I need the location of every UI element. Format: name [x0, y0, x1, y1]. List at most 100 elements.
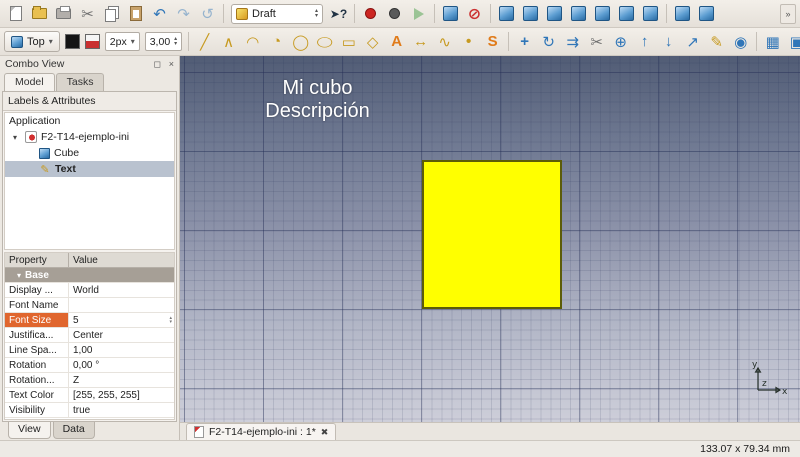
face-color-swatch[interactable] [85, 34, 100, 49]
property-row-display[interactable]: Display ... World [5, 283, 174, 298]
tab-data[interactable]: Data [53, 422, 95, 439]
spinner-icon[interactable]: ▴▾ [169, 316, 172, 325]
working-plane-button[interactable]: Top ▾ [4, 31, 60, 52]
property-value[interactable]: 5 ▴▾ [69, 313, 174, 327]
property-value[interactable]: Center [69, 328, 174, 342]
draft-subelement-button[interactable]: ◉ [729, 30, 752, 53]
property-value[interactable]: Z [69, 373, 174, 387]
cut-button[interactable]: ✂ [76, 2, 99, 25]
combo-view-title: Combo View [5, 58, 64, 70]
macro-record-button[interactable] [359, 2, 382, 25]
refresh-button[interactable]: ↺ [196, 2, 219, 25]
draft-upgrade-button[interactable]: ↑ [633, 30, 656, 53]
macro-stop-button[interactable] [383, 2, 406, 25]
close-tab-icon[interactable]: ✖ [321, 427, 329, 438]
property-column-header[interactable]: Property [5, 253, 69, 267]
view-rear-button[interactable] [591, 2, 614, 25]
property-value[interactable]: 1,00 [69, 343, 174, 357]
property-row-line-spacing[interactable]: Line Spa... 1,00 [5, 343, 174, 358]
property-name: Justifica... [5, 328, 69, 342]
toolbar-overflow-button[interactable]: » [780, 4, 796, 24]
paste-button[interactable] [124, 2, 147, 25]
property-value[interactable]: true [69, 403, 174, 417]
line-width-select[interactable]: 2px ▾ [105, 32, 140, 51]
property-value[interactable]: 0,00 ° [69, 358, 174, 372]
view-left-icon [643, 6, 658, 21]
property-group-base[interactable]: ▾ Base [5, 268, 174, 283]
property-value[interactable] [69, 298, 174, 312]
property-value[interactable]: World [69, 283, 174, 297]
draft-edit-button[interactable]: ✎ [705, 30, 728, 53]
redo-button[interactable]: ↷ [172, 2, 195, 25]
whats-this-button[interactable]: ➤? [327, 2, 350, 25]
draft-dimension-button[interactable]: ↔ [409, 30, 432, 53]
draft-line-button[interactable]: ╱ [193, 30, 216, 53]
cube-top-face[interactable] [422, 160, 562, 309]
draft-downgrade-button[interactable]: ↓ [657, 30, 680, 53]
document-tab[interactable]: F2-T14-ejemplo-ini : 1* ✖ [186, 423, 336, 440]
value-column-header[interactable]: Value [69, 253, 174, 267]
draft-polyline-button[interactable]: ∧ [217, 30, 240, 53]
draft-array-button[interactable]: ▦ [761, 30, 784, 53]
draft-text-button[interactable]: A [385, 30, 408, 53]
draft-ellipse-button[interactable]: ◯ [313, 34, 336, 50]
draft-move-button[interactable]: + [513, 30, 536, 53]
property-row-text-color[interactable]: Text Color [255, 255, 255] [5, 388, 174, 403]
draft-polygon-button[interactable]: ◇ [361, 30, 384, 53]
toolbar-separator [354, 4, 355, 23]
view-left-button[interactable] [639, 2, 662, 25]
status-bar: 133.07 x 79.34 mm [0, 440, 800, 457]
view-isometric-button[interactable] [495, 2, 518, 25]
draft-offset-button[interactable]: ⇉ [561, 30, 584, 53]
property-row-font-size[interactable]: Font Size 5 ▴▾ [5, 313, 174, 328]
property-value[interactable]: [255, 255, 255] [69, 388, 174, 402]
draft-fillet-button[interactable]: ◠ [241, 30, 264, 53]
property-row-visibility[interactable]: Visibility true [5, 403, 174, 418]
property-row-justification[interactable]: Justifica... Center [5, 328, 174, 343]
tree-expander-icon[interactable]: ▾ [13, 133, 21, 142]
draft-clone-button[interactable]: ▣ [785, 30, 800, 53]
labels-attributes-header[interactable]: Labels & Attributes [3, 92, 176, 111]
draft-shapestring-button[interactable]: S [481, 30, 504, 53]
view-bottom-button[interactable] [615, 2, 638, 25]
tree-item-document[interactable]: ▾ F2-T14-ejemplo-ini [5, 129, 174, 145]
view-axonometric-alt-button[interactable] [695, 2, 718, 25]
property-row-rotation[interactable]: Rotation 0,00 ° [5, 358, 174, 373]
draft-arc-button[interactable]: ◔ [265, 30, 288, 53]
line-color-swatch[interactable] [65, 34, 80, 49]
open-file-button[interactable] [28, 2, 51, 25]
tree-item-application[interactable]: Application [5, 113, 174, 129]
draw-style-button[interactable]: ⊘ [463, 2, 486, 25]
3d-viewport[interactable]: Mi cubo Descripción x y z [180, 56, 800, 422]
property-row-font-name[interactable]: Font Name [5, 298, 174, 313]
property-row-rotation-axis[interactable]: Rotation... Z [5, 373, 174, 388]
view-right-button[interactable] [567, 2, 590, 25]
tab-model[interactable]: Model [4, 73, 55, 91]
tab-view[interactable]: View [8, 422, 51, 439]
view-front-button[interactable] [519, 2, 542, 25]
undo-button[interactable]: ↶ [148, 2, 171, 25]
draft-trimex-button[interactable]: ✂ [585, 30, 608, 53]
draft-rotate-button[interactable]: ↻ [537, 30, 560, 53]
fit-all-button[interactable] [439, 2, 462, 25]
dock-close-icon[interactable]: × [169, 59, 174, 69]
draft-join-button[interactable]: ⊕ [609, 30, 632, 53]
view-axonometric-button[interactable] [671, 2, 694, 25]
macro-play-button[interactable] [407, 2, 430, 25]
print-button[interactable] [52, 2, 75, 25]
draft-text-object[interactable]: Mi cubo Descripción [235, 77, 400, 123]
draft-point-button[interactable]: • [457, 30, 480, 53]
draft-circle-button[interactable]: ◯ [289, 30, 312, 53]
new-file-button[interactable] [4, 2, 27, 25]
workbench-selector[interactable]: Draft ▴▾ [231, 4, 323, 24]
tab-tasks[interactable]: Tasks [56, 73, 105, 91]
tree-item-cube[interactable]: Cube [5, 145, 174, 161]
view-top-button[interactable] [543, 2, 566, 25]
copy-button[interactable] [100, 2, 123, 25]
draft-bspline-button[interactable]: ∿ [433, 30, 456, 53]
draft-rectangle-button[interactable]: ▭ [337, 30, 360, 53]
tree-item-text[interactable]: ✎ Text [5, 161, 174, 177]
dock-float-icon[interactable]: ◻ [153, 59, 160, 69]
draft-scale-button[interactable]: ↗ [681, 30, 704, 53]
text-size-spinbox[interactable]: 3,00 ▴▾ [145, 32, 182, 51]
